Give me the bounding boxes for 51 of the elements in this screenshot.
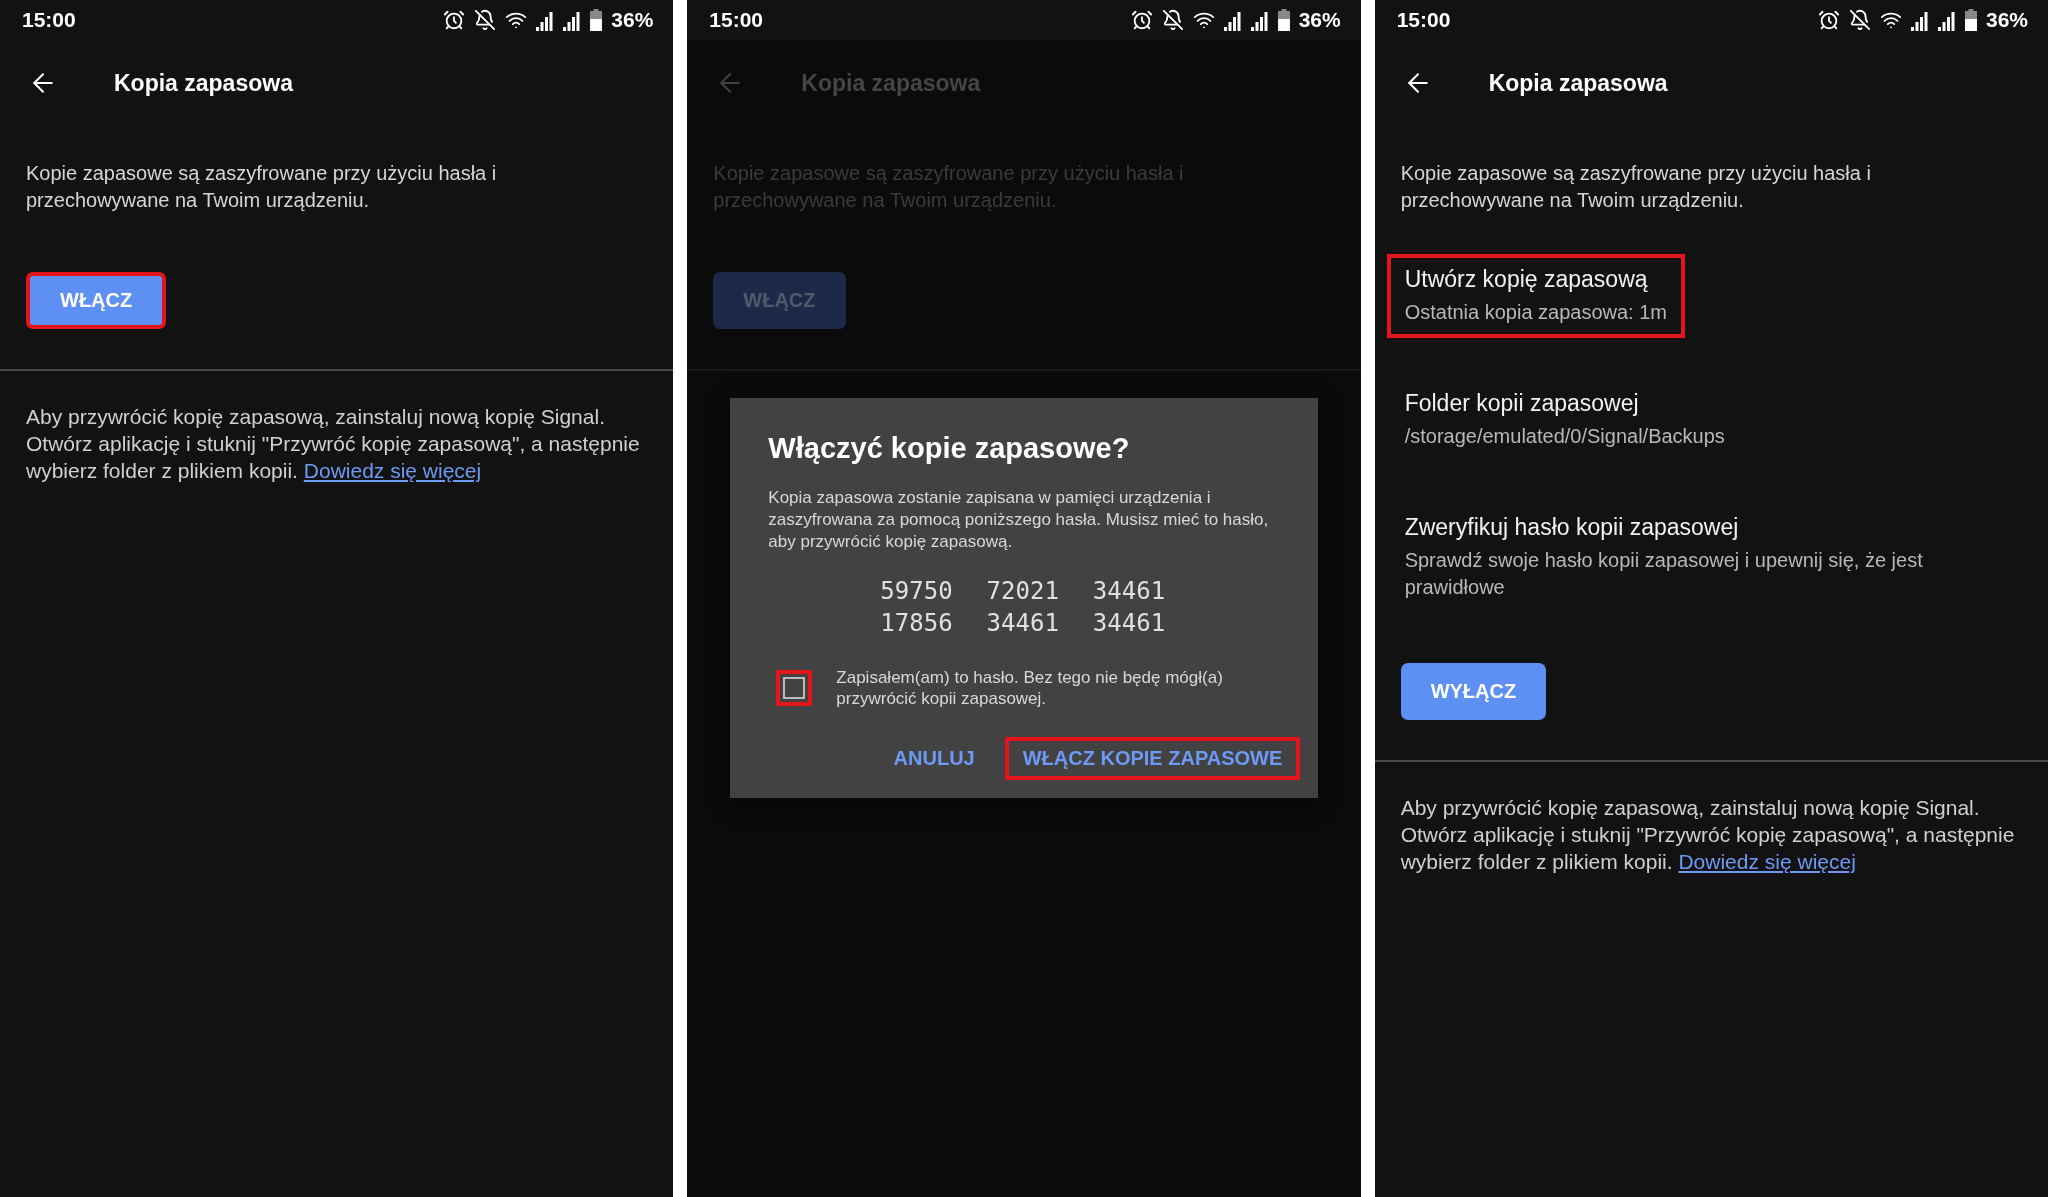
setting-item[interactable]: Folder kopii zapasowej /storage/emulated/0/Signal/Backups [1386, 378, 1743, 462]
status-time: 15:00 [1396, 8, 1452, 32]
alarm-icon [1130, 9, 1153, 31]
checkbox[interactable] [783, 677, 806, 699]
battery-icon [590, 9, 603, 31]
description-text: Kopie zapasowe są zaszyfrowane przy użyciu hasła i przechowywane na Twoim urządzeniu. [26, 161, 498, 213]
signal-icon [1910, 9, 1929, 31]
passphrase-group: 34461 [986, 609, 1059, 637]
description-text: Kopie zapasowe są zaszyfrowane przy użyciu hasła i przechowywane na Twoim urządzeniu. [1400, 161, 1872, 213]
passphrase-group: 17856 [880, 609, 953, 637]
dialog-title: Włączyć kopie zapasowe? [768, 432, 1131, 465]
battery-percent: 36% [611, 8, 654, 32]
signal-icon [1937, 9, 1956, 31]
passphrase-group: 34461 [1092, 577, 1166, 605]
battery-percent: 36% [1985, 8, 2028, 32]
restore-note: Aby przywrócić kopię zapasową, zainstaluj nową kopię Signal. Otwórz aplikację i stuknij "Przywróć kopię zapasową", a następnie wybierz folder z plikiem kopii. Dowiedz się więcej [1400, 795, 2016, 875]
learn-more-link[interactable]: Dowiedz się więcej [1678, 850, 1856, 873]
setting-title: Utwórz kopię zapasową [1404, 266, 1649, 293]
screen-title: Kopia zapasowa [114, 69, 293, 97]
screen-title: Kopia zapasowa [801, 69, 981, 97]
dialog-action-button[interactable]: WŁĄCZ KOPIE ZAPASOWE [1004, 737, 1301, 780]
passphrase-group: 34461 [1092, 609, 1166, 637]
bell-off-icon [474, 9, 497, 31]
passphrase-group: 59750 [880, 577, 953, 605]
checkbox-label: Zapisałem(am) to hasło. Bez tego nie będę mógł(a) przywrócić kopii zapasowej. [836, 667, 1224, 709]
learn-more-link[interactable]: Dowiedz się więcej [303, 459, 482, 482]
battery-icon [1964, 9, 1977, 31]
signal-icon [1223, 9, 1242, 31]
dialog-text: Kopia zapasowa zostanie zapisana w pamięci urządzenia i zaszyfrowana za pomocą poniższego hasła. Musisz mieć to hasło, aby przywrócić kopię zapasową. [768, 487, 1270, 553]
setting-subtitle: Sprawdź swoje hasło kopii zapasowej i upewnij się, że jest prawidłowe [1404, 548, 1924, 600]
setting-subtitle: Ostatnia kopia zapasowa: 1m [1404, 300, 1668, 325]
bell-off-icon [1161, 9, 1184, 31]
setting-item[interactable]: Utwórz kopię zapasową Ostatnia kopia zapasowa: 1m [1386, 254, 1686, 338]
signal-icon [1250, 9, 1269, 31]
setting-title: Zweryfikuj hasło kopii zapasowej [1404, 514, 1740, 541]
screen-title: Kopia zapasowa [1488, 69, 1668, 97]
status-time: 15:00 [709, 8, 765, 32]
battery-icon [1277, 9, 1290, 31]
passphrase-group: 72021 [986, 577, 1059, 605]
signal-icon [536, 9, 555, 31]
setting-title: Folder kopii zapasowej [1404, 390, 1640, 417]
dialog-action-button[interactable]: ANULUJ [875, 737, 993, 780]
bell-off-icon [1848, 9, 1871, 31]
alarm-icon [443, 9, 466, 31]
battery-percent: 36% [1298, 8, 1341, 32]
restore-note: Aby przywrócić kopię zapasową, zainstaluj nową kopię Signal. Otwórz aplikację i stuknij "Przywróć kopię zapasową", a następnie wybierz folder z plikiem kopii. Dowiedz się więcej [26, 404, 641, 484]
status-time: 15:00 [22, 8, 77, 32]
alarm-icon [1817, 9, 1840, 31]
setting-subtitle: /storage/emulated/0/Signal/Backups [1404, 424, 1725, 449]
signal-icon [563, 9, 582, 31]
setting-item[interactable]: Zweryfikuj hasło kopii zapasowej Sprawdź swoje hasło kopii zapasowej i upewnij się, że jest prawidłowe [1386, 502, 1983, 613]
